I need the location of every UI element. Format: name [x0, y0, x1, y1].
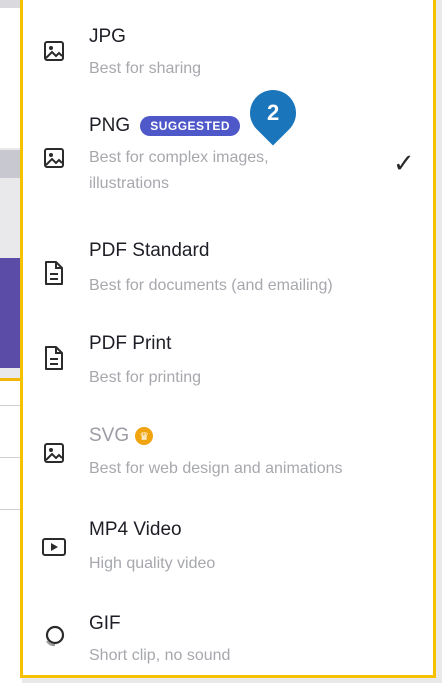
step-marker-number: 2	[266, 100, 280, 125]
option-subtitle: High quality video	[89, 555, 216, 572]
option-title-row: SVG ♛	[89, 425, 154, 447]
option-subtitle: Best for web design and animations	[89, 460, 343, 477]
option-subtitle: Best for printing	[89, 369, 202, 386]
option-title: PNG	[89, 115, 131, 136]
file-type-option-png[interactable]: PNG SUGGESTED Best for complex images, i…	[23, 95, 433, 220]
gif-icon	[37, 619, 71, 653]
file-type-option-pdf-print[interactable]: PDF Print Best for printing	[23, 315, 433, 410]
suggested-badge: SUGGESTED	[140, 116, 241, 136]
option-title-row: PNG SUGGESTED	[89, 115, 241, 137]
background-share-button[interactable]	[0, 258, 22, 368]
option-subtitle: Best for sharing	[89, 60, 202, 77]
option-title: SVG	[89, 425, 130, 446]
option-subtitle: Best for complex images,	[89, 149, 269, 166]
option-title: PDF Print	[89, 333, 172, 354]
option-subtitle: Short clip, no sound	[89, 647, 231, 664]
image-icon	[37, 436, 71, 470]
file-type-option-svg[interactable]: SVG ♛ Best for web design and animations	[23, 410, 433, 505]
background-panel	[0, 8, 22, 148]
document-icon	[37, 256, 71, 290]
option-subtitle: Best for documents (and emailing)	[89, 277, 333, 294]
crown-icon: ♛	[135, 427, 154, 445]
option-subtitle-line2: illustrations	[89, 175, 170, 192]
background-list	[0, 381, 22, 683]
file-type-option-jpg[interactable]: JPG Best for sharing	[23, 0, 433, 95]
file-type-option-pdf-standard[interactable]: PDF Standard Best for documents (and ema…	[23, 220, 433, 315]
option-title: JPG	[89, 26, 126, 47]
file-type-option-gif[interactable]: GIF Short clip, no sound	[23, 595, 433, 675]
file-type-option-mp4[interactable]: MP4 Video High quality video	[23, 505, 433, 595]
document-icon	[37, 341, 71, 375]
option-title: PDF Standard	[89, 240, 210, 261]
video-icon	[37, 530, 71, 564]
option-title: GIF	[89, 613, 121, 634]
option-title: MP4 Video	[89, 519, 182, 540]
background-bar	[0, 150, 22, 178]
checkmark-icon: ✓	[393, 148, 415, 178]
image-icon	[37, 34, 71, 68]
image-icon	[37, 141, 71, 175]
file-type-dropdown: JPG Best for sharing PNG SUGGESTED Best …	[20, 0, 436, 678]
